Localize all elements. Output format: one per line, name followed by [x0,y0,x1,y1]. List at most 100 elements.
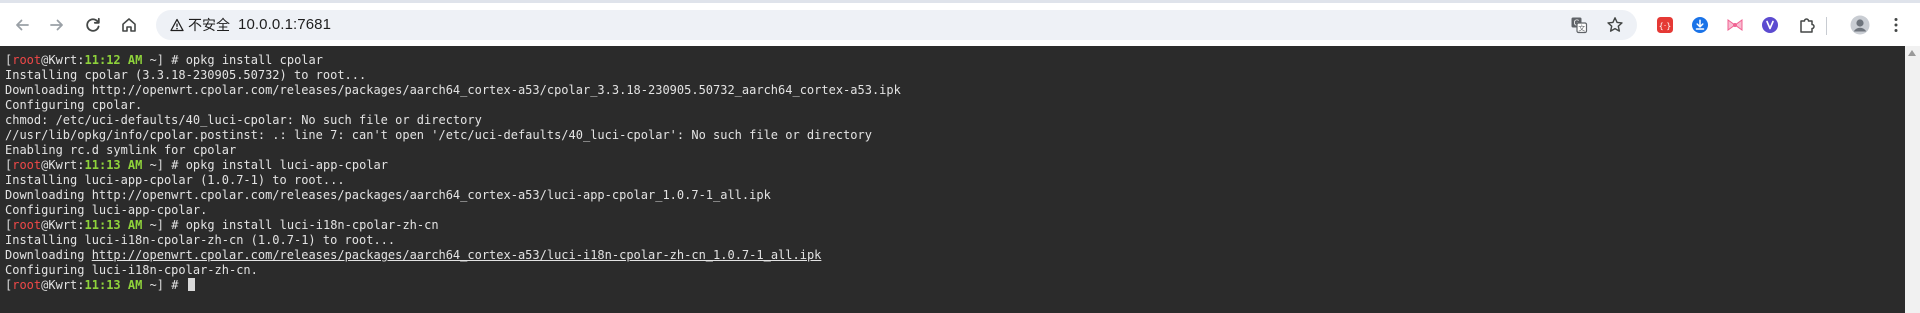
address-bar[interactable]: 不安全 10.0.0.1:7681 G文 [156,10,1637,40]
red-extension-icon: {·} [1657,17,1673,33]
scroll-up-arrow-icon[interactable] [1908,50,1916,56]
avatar [1850,15,1870,35]
purple-extension-icon [1762,17,1778,33]
prompt-dir: ~ [149,53,157,67]
download-link[interactable]: http://openwrt.cpolar.com/releases/packa… [92,248,822,262]
output-line: Configuring luci-i18n-cpolar-zh-cn. [5,263,901,278]
home-icon [122,18,136,32]
prompt-time: 11:13 AM [84,218,143,232]
output-line: Enabling rc.d symlink for cpolar [5,143,901,158]
bookmark-button[interactable] [1605,15,1625,35]
prompt-line: [root@Kwrt:11:13 AM ~] # [5,278,901,293]
terminal-output: [root@Kwrt:11:12 AM ~] # opkg install cp… [5,53,901,293]
prompt-close-bracket: ] [156,278,172,292]
prompt-line: [root@Kwrt:11:12 AM ~] # opkg install cp… [5,53,901,68]
command-text: opkg install luci-i18n-cpolar-zh-cn [185,218,439,232]
star-icon [1607,17,1623,32]
prompt-time: 11:13 AM [84,278,143,292]
output-text: chmod: /etc/uci-defaults/40_luci-cpolar:… [5,113,482,127]
puzzle-icon [1800,18,1815,33]
command-text: opkg install luci-app-cpolar [185,158,388,172]
download-extension-button[interactable] [1689,14,1711,36]
home-button[interactable] [115,11,143,39]
output-line: Installing luci-i18n-cpolar-zh-cn (1.0.7… [5,233,901,248]
prompt-host: Kwrt [48,53,78,67]
output-line: Configuring luci-app-cpolar. [5,203,901,218]
output-text: Installing luci-app-cpolar (1.0.7-1) to … [5,173,345,187]
output-text: //usr/lib/opkg/info/cpolar.postinst: .: … [5,128,872,142]
prompt-colon: : [77,218,85,232]
prompt-close-bracket: ] [156,158,172,172]
prompt-colon: : [77,158,85,172]
prompt-close-bracket: ] [156,53,172,67]
security-label: 不安全 [188,17,230,33]
output-line: Downloading http://openwrt.cpolar.com/re… [5,248,901,263]
command-text: opkg install cpolar [185,53,323,67]
back-button[interactable] [8,11,36,39]
output-line: //usr/lib/opkg/info/cpolar.postinst: .: … [5,128,901,143]
svg-text:文: 文 [1578,24,1585,33]
prompt-close-bracket: ] [156,218,172,232]
output-text: Configuring luci-app-cpolar. [5,203,208,217]
output-text: Downloading [5,248,92,262]
prompt-user: root [12,218,42,232]
pink-bow-extension-icon [1727,19,1743,31]
terminal-scrollbar[interactable] [1905,46,1920,313]
prompt-user: root [12,278,42,292]
output-text: Installing cpolar (3.3.18-230905.50732) … [5,68,367,82]
back-arrow-icon [16,19,29,31]
svg-text:{·}: {·} [1659,22,1672,31]
forward-button[interactable] [43,11,71,39]
kebab-menu-icon [1894,18,1898,32]
output-line: Configuring cpolar. [5,98,901,113]
red-extension-button[interactable]: {·} [1654,14,1676,36]
browser-toolbar: 不安全 10.0.0.1:7681 G文 {·} [0,3,1920,46]
terminal-cursor [187,278,195,291]
prompt-dir: ~ [149,278,157,292]
translate-button[interactable]: G文 [1569,15,1589,35]
output-text: Downloading http://openwrt.cpolar.com/re… [5,188,771,202]
terminal-window[interactable]: [root@Kwrt:11:12 AM ~] # opkg install cp… [0,46,1905,313]
blue-download-extension-icon [1692,17,1708,33]
prompt-user: root [12,53,42,67]
reload-icon [86,17,100,32]
output-text: Configuring cpolar. [5,98,143,112]
purple-extension-button[interactable] [1759,14,1781,36]
prompt-dir: ~ [149,158,157,172]
extensions-button[interactable] [1796,14,1818,36]
browser-menu-button[interactable] [1885,14,1907,36]
prompt-time: 11:12 AM [84,53,143,67]
output-line: Installing luci-app-cpolar (1.0.7-1) to … [5,173,901,188]
forward-arrow-icon [50,19,63,31]
warning-triangle-icon [170,18,184,32]
output-line: Downloading http://openwrt.cpolar.com/re… [5,188,901,203]
prompt-time: 11:13 AM [84,158,143,172]
output-text: Installing luci-i18n-cpolar-zh-cn (1.0.7… [5,233,396,247]
output-text: Downloading http://openwrt.cpolar.com/re… [5,83,901,97]
output-text: Configuring luci-i18n-cpolar-zh-cn. [5,263,258,277]
prompt-dir: ~ [149,218,157,232]
reload-button[interactable] [79,11,107,39]
prompt-colon: : [77,53,85,67]
url-text[interactable]: 10.0.0.1:7681 [238,16,331,33]
profile-button[interactable] [1849,14,1871,36]
prompt-line: [root@Kwrt:11:13 AM ~] # opkg install lu… [5,218,901,233]
translate-icon: G文 [1571,17,1588,34]
site-security-chip[interactable]: 不安全 [164,14,236,36]
prompt-host: Kwrt [48,158,78,172]
toolbar-divider [1826,17,1827,35]
output-line: chmod: /etc/uci-defaults/40_luci-cpolar:… [5,113,901,128]
output-line: Downloading http://openwrt.cpolar.com/re… [5,83,901,98]
pink-extension-button[interactable] [1724,14,1746,36]
output-line: Installing cpolar (3.3.18-230905.50732) … [5,68,901,83]
prompt-line: [root@Kwrt:11:13 AM ~] # opkg install lu… [5,158,901,173]
prompt-colon: : [77,278,85,292]
